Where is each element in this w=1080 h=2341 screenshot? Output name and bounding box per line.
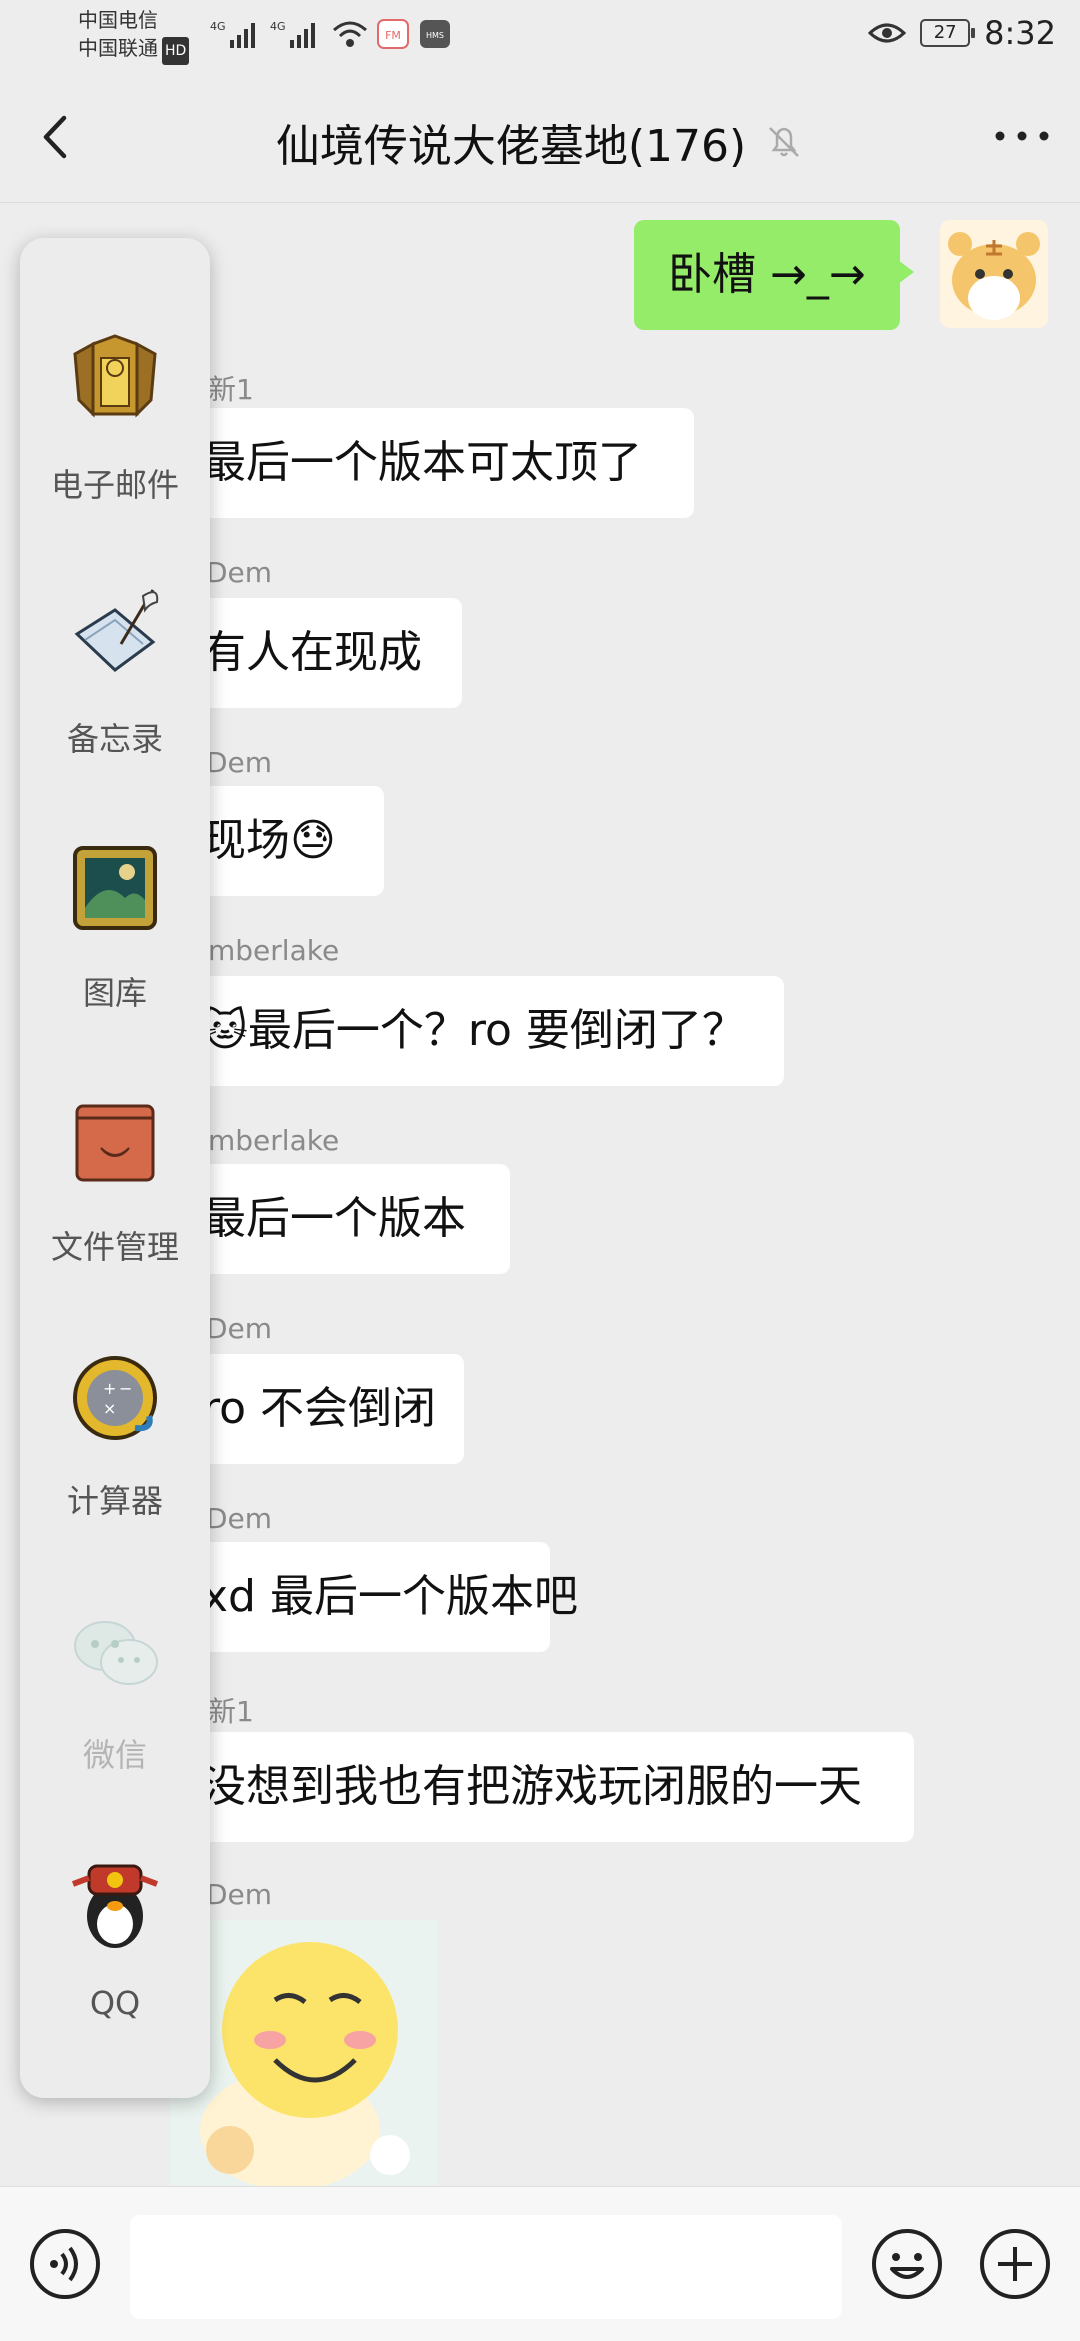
message-bubble[interactable]: ro 不会倒闭 [170,1354,464,1464]
files-icon [75,1104,155,1182]
voice-icon[interactable] [28,2227,102,2301]
signal-1-icon: 4G [210,20,255,48]
svg-text:×: × [103,1399,116,1418]
message-bubble[interactable]: 🐱最后一个？ro 要倒闭了？ [170,976,784,1086]
fm-icon-text: FM [385,29,401,42]
dock-app-mail[interactable]: 电子邮件 [20,330,210,506]
status-right: 27 8:32 [868,14,1056,52]
dock-label: 电子邮件 [50,466,179,504]
sticker-image[interactable] [170,1920,438,2188]
mail-icon [73,334,157,418]
eye-comfort-icon [868,23,907,43]
dock-app-wechat[interactable]: 微信 [20,1600,210,1776]
dock-label: 微信 [82,1736,147,1774]
wifi-icon [333,21,367,47]
sender-name: Dem [206,556,273,589]
dock-app-gallery[interactable]: 图库 [20,838,210,1014]
dock-label: 文件管理 [50,1228,179,1266]
mute-bell-icon [769,127,800,157]
qq-icon [71,1864,159,1948]
floating-app-dock: 电子邮件 备忘录 图库 文件管理 + − × 计算器 微信 QQ [20,238,210,2098]
hms-app-icon: HMS [420,20,450,48]
sender-name: mberlake [208,934,340,967]
sender-name: mberlake [208,1124,340,1157]
network-1-label: 4G [210,20,226,33]
sender-name: Dem [206,1878,273,1911]
network-2-label: 4G [270,20,286,33]
emoji-icon[interactable] [870,2227,944,2301]
hms-icon-text: HMS [426,31,444,40]
fm-app-icon: FM [377,19,409,49]
sender-name: Dem [206,1502,273,1535]
sender-name: Dem [206,1312,273,1345]
chat-header: 仙境传说大佬墓地(176) [0,72,1080,203]
carrier-info: 中国电信 中国联通 HD [78,6,190,65]
chat-title[interactable]: 仙境传说大佬墓地(176) [276,110,746,174]
hd-badge: HD [162,37,190,65]
more-icon[interactable] [992,126,1052,146]
dock-app-files[interactable]: 文件管理 [20,1092,210,1268]
message-bubble[interactable]: 有人在现成 [170,598,462,708]
smiling-face-sticker [170,1920,438,2188]
message-bubble[interactable]: 最后一个版本 [170,1164,510,1274]
dock-app-calculator[interactable]: + − × 计算器 [20,1346,210,1522]
message-input[interactable] [130,2215,842,2319]
dock-app-qq[interactable]: QQ [20,1854,210,2022]
plus-icon[interactable] [978,2227,1052,2301]
status-bar: 中国电信 中国联通 HD 4G 4G FM HMS 27 8:32 [0,0,1080,72]
signal-2-icon: 4G [270,20,315,48]
calculator-icon: + − × [73,1356,157,1440]
chat-input-bar [0,2186,1080,2341]
battery-level: 27 [920,19,976,47]
my-message-bubble[interactable]: 卧槽 →_→ [634,220,914,330]
gallery-icon [73,846,157,930]
tiger-avatar-icon [948,232,1040,320]
svg-text:+: + [103,1379,116,1398]
sender-name: 新1 [208,1695,254,1728]
dock-label: 计算器 [66,1482,163,1520]
svg-text:−: − [119,1379,132,1398]
carrier-2: 中国联通 [78,36,158,60]
message-bubble[interactable]: 没想到我也有把游戏玩闭服的一天 [170,1732,914,1842]
clock: 8:32 [984,14,1056,52]
dock-label: QQ [89,1984,141,2022]
wechat-icon [74,1621,158,1685]
dock-label: 备忘录 [66,720,163,758]
my-avatar[interactable] [940,220,1048,328]
message-bubble[interactable]: 最后一个版本可太顶了 [170,408,694,518]
sender-name: Dem [206,746,273,779]
dock-app-memo[interactable]: 备忘录 [20,584,210,760]
memo-icon [74,589,159,672]
message-bubble[interactable]: xd 最后一个版本吧 [170,1542,578,1652]
carrier-1: 中国电信 [78,8,158,32]
dock-label: 图库 [82,974,147,1012]
sender-name: 新1 [208,373,254,406]
